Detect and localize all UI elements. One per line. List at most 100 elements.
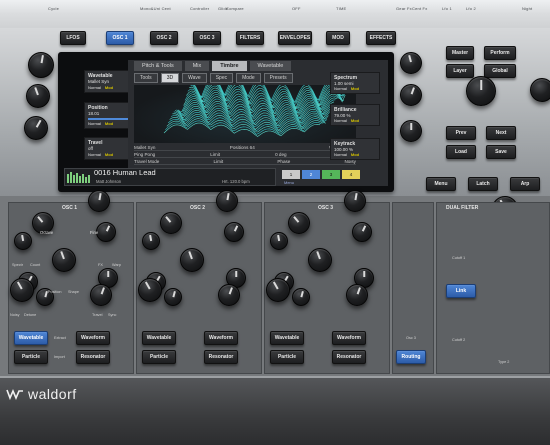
routing-button[interactable]: Routing	[396, 350, 426, 364]
legend-time: TIME	[336, 6, 347, 11]
preset-bpm: Hrt. 120.0 bpm	[222, 179, 250, 184]
osc1-knob-3[interactable]	[14, 232, 32, 250]
tab-pitch-tools[interactable]: Pitch & Tools	[134, 61, 182, 71]
menu-button[interactable]: Menu	[426, 177, 456, 191]
osc3-waveform-button[interactable]: Waveform	[332, 331, 366, 345]
wave-name: Mallet Syn	[134, 144, 156, 150]
osc2-knob-1[interactable]	[160, 212, 182, 234]
prev-button[interactable]: Prev	[446, 126, 476, 140]
osc1-knob-8[interactable]	[10, 278, 34, 302]
slot-1[interactable]: 1	[282, 170, 300, 179]
osc2-knob-10[interactable]	[164, 288, 182, 306]
link-button[interactable]: Link	[446, 284, 476, 298]
param-limit-2[interactable]: Limit	[214, 159, 224, 164]
display-menu-label[interactable]: Menu	[284, 180, 294, 185]
slot-3[interactable]: 3	[322, 170, 340, 179]
tab-mix[interactable]: Mix	[184, 61, 210, 71]
osc1-resonator-button[interactable]: Resonator	[76, 350, 110, 364]
param-limit-1[interactable]: Limit	[210, 152, 220, 157]
macro-knob-5[interactable]	[400, 84, 422, 106]
osc2-knob-4[interactable]	[224, 222, 244, 242]
slot-4[interactable]: 4	[342, 170, 360, 179]
subtab-3d[interactable]: 3D	[160, 73, 180, 83]
osc3-knob-2[interactable]	[344, 190, 366, 212]
osc3-button[interactable]: OSC 3	[193, 31, 221, 45]
perform-button[interactable]: Perform	[484, 46, 516, 60]
keytrack-mod: Mod	[350, 152, 360, 157]
legend-off: OFF	[292, 6, 301, 11]
filters-button[interactable]: FILTERS	[236, 31, 264, 45]
osc3-knob-9[interactable]	[346, 284, 368, 306]
subtab-mode[interactable]: Mode	[236, 73, 261, 83]
macro-knob-3[interactable]	[24, 116, 48, 140]
osc2-button[interactable]: OSC 2	[150, 31, 178, 45]
spectrum-normal: Normal	[334, 86, 347, 91]
osc3-knob-10[interactable]	[292, 288, 310, 306]
param-row-2: Travel Mode Limit Phase Noisy	[134, 158, 356, 165]
next-button[interactable]: Next	[486, 126, 516, 140]
spectrum-box[interactable]: Spectrum 1.00 semi Normal Mod	[330, 72, 380, 94]
subtab-spec[interactable]: Spec	[209, 73, 234, 83]
subtab-wave[interactable]: Wave	[182, 73, 207, 83]
macro-knob-4[interactable]	[400, 52, 422, 74]
param-deg[interactable]: 0 deg	[275, 152, 287, 157]
save-button[interactable]: Save	[486, 145, 516, 159]
osc3-knob-6[interactable]	[308, 248, 332, 272]
osc2-particle-button[interactable]: Particle	[142, 350, 176, 364]
macro-knob-1[interactable]	[28, 52, 54, 78]
edge-knob[interactable]	[530, 78, 550, 102]
master-button[interactable]: Master	[446, 46, 474, 60]
osc3-knob-4[interactable]	[352, 222, 372, 242]
osc2-knob-3[interactable]	[142, 232, 160, 250]
value-encoder[interactable]	[466, 76, 496, 106]
display-tabs: Pitch & Tools Mix Timbre Wavetable	[134, 61, 292, 71]
tab-timbre[interactable]: Timbre	[212, 61, 247, 71]
osc3-resonator-button[interactable]: Resonator	[332, 350, 366, 364]
osc2-knob-8[interactable]	[138, 278, 162, 302]
brilliance-box[interactable]: Brilliance 79.00 % Normal Mod	[330, 104, 380, 126]
osc1-wavetable-button[interactable]: Wavetable	[14, 331, 48, 345]
param-ping-pong[interactable]: Ping Pong	[134, 152, 155, 157]
osc3-particle-button[interactable]: Particle	[270, 350, 304, 364]
subtab-presets[interactable]: Presets	[263, 73, 293, 83]
tab-wavetable[interactable]: Wavetable	[249, 61, 292, 71]
subtab-tools[interactable]: Tools	[134, 73, 158, 83]
osc1-knob-9[interactable]	[90, 284, 112, 306]
osc2-knob-9[interactable]	[218, 284, 240, 306]
param-phase[interactable]: Phase	[277, 159, 290, 164]
osc1-waveform-button[interactable]: Waveform	[76, 331, 110, 345]
osc3-knob-3[interactable]	[270, 232, 288, 250]
load-button[interactable]: Load	[446, 145, 476, 159]
osc1-knob-2[interactable]	[88, 190, 110, 212]
legend-gear: Gear Fx	[396, 6, 412, 11]
macro-knob-6[interactable]	[400, 120, 422, 142]
osc2-wavetable-button[interactable]: Wavetable	[142, 331, 176, 345]
param-travel-mode[interactable]: Travel Mode	[134, 159, 159, 164]
osc3-wavetable-button[interactable]: Wavetable	[270, 331, 304, 345]
macro-knob-2[interactable]	[26, 84, 50, 108]
osc2-knob-6[interactable]	[180, 248, 204, 272]
osc3-knob-1[interactable]	[288, 212, 310, 234]
osc2-knob-2[interactable]	[216, 190, 238, 212]
effects-button[interactable]: EFFECTS	[366, 31, 396, 45]
layer-button[interactable]: Layer	[446, 64, 474, 78]
latch-button[interactable]: Latch	[468, 177, 498, 191]
lfos-button[interactable]: LFOS	[60, 31, 86, 45]
osc3-knob-8[interactable]	[266, 278, 290, 302]
mod-button[interactable]: MOD	[326, 31, 350, 45]
routing-panel	[392, 202, 434, 374]
osc1-knob-4[interactable]	[96, 222, 116, 242]
osc1-fine-label: Fine	[90, 230, 99, 235]
osc1-particle-button[interactable]: Particle	[14, 350, 48, 364]
osc2-resonator-button[interactable]: Resonator	[204, 350, 238, 364]
osc1-knob-6[interactable]	[52, 248, 76, 272]
envelopes-button[interactable]: ENVELOPES	[278, 31, 312, 45]
osc1-import-label: Import	[54, 355, 65, 359]
slot-2[interactable]: 2	[302, 170, 320, 179]
arp-button[interactable]: Arp	[510, 177, 540, 191]
front-strip	[0, 376, 550, 445]
global-button[interactable]: Global	[484, 64, 516, 78]
osc2-waveform-button[interactable]: Waveform	[204, 331, 238, 345]
osc1-button[interactable]: OSC 1	[106, 31, 134, 45]
keytrack-box[interactable]: Keytrack 100.00 % Normal Mod	[330, 138, 380, 160]
